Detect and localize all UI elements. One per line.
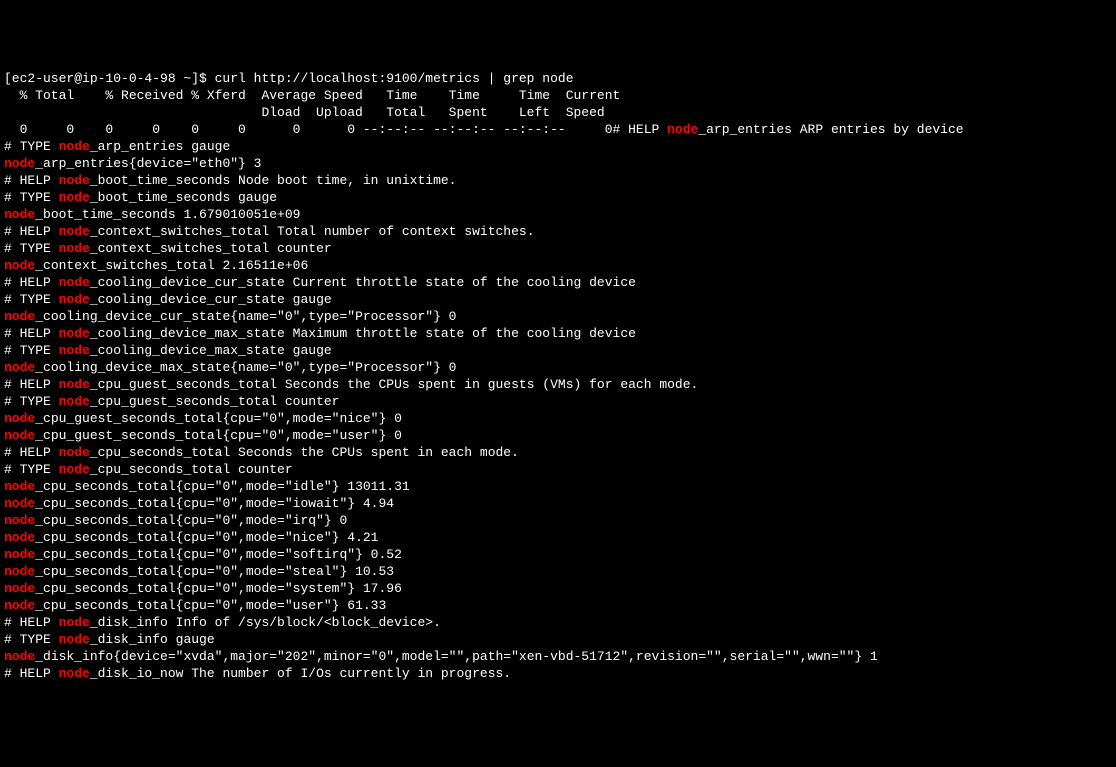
terminal-line: # TYPE node_cpu_guest_seconds_total coun… [4,393,1112,410]
terminal-line: node_cpu_seconds_total{cpu="0",mode="iow… [4,495,1112,512]
terminal-line: node_cpu_seconds_total{cpu="0",mode="irq… [4,512,1112,529]
terminal-line: node_cpu_seconds_total{cpu="0",mode="ste… [4,563,1112,580]
terminal-line: node_disk_info{device="xvda",major="202"… [4,648,1112,665]
terminal-line: # TYPE node_context_switches_total count… [4,240,1112,257]
terminal-line: node_cpu_seconds_total{cpu="0",mode="nic… [4,529,1112,546]
terminal-line: # HELP node_disk_io_now The number of I/… [4,665,1112,682]
terminal-line: node_cpu_seconds_total{cpu="0",mode="use… [4,597,1112,614]
terminal-line: 0 0 0 0 0 0 0 0 --:--:-- --:--:-- --:--:… [4,121,1112,138]
terminal-line: # TYPE node_boot_time_seconds gauge [4,189,1112,206]
terminal-line: # TYPE node_arp_entries gauge [4,138,1112,155]
terminal-line: node_cpu_seconds_total{cpu="0",mode="idl… [4,478,1112,495]
terminal-line: # HELP node_cpu_seconds_total Seconds th… [4,444,1112,461]
terminal-line: # TYPE node_cooling_device_max_state gau… [4,342,1112,359]
terminal-line: # HELP node_context_switches_total Total… [4,223,1112,240]
terminal-line: node_cooling_device_cur_state{name="0",t… [4,308,1112,325]
terminal-line: # TYPE node_disk_info gauge [4,631,1112,648]
terminal-line: # HELP node_cooling_device_max_state Max… [4,325,1112,342]
terminal-line: % Total % Received % Xferd Average Speed… [4,87,1112,104]
terminal-line: [ec2-user@ip-10-0-4-98 ~]$ curl http://l… [4,70,1112,87]
terminal-line: node_boot_time_seconds 1.679010051e+09 [4,206,1112,223]
terminal-line: node_cpu_seconds_total{cpu="0",mode="sof… [4,546,1112,563]
terminal-line: # HELP node_cooling_device_cur_state Cur… [4,274,1112,291]
terminal-line: # TYPE node_cooling_device_cur_state gau… [4,291,1112,308]
terminal-line: node_cpu_guest_seconds_total{cpu="0",mod… [4,410,1112,427]
terminal-line: node_arp_entries{device="eth0"} 3 [4,155,1112,172]
terminal-line: node_cpu_seconds_total{cpu="0",mode="sys… [4,580,1112,597]
terminal-line: # HELP node_cpu_guest_seconds_total Seco… [4,376,1112,393]
terminal-line: node_cooling_device_max_state{name="0",t… [4,359,1112,376]
terminal-line: node_context_switches_total 2.16511e+06 [4,257,1112,274]
terminal-line: # HELP node_boot_time_seconds Node boot … [4,172,1112,189]
terminal-output[interactable]: [ec2-user@ip-10-0-4-98 ~]$ curl http://l… [4,70,1112,682]
terminal-line: node_cpu_guest_seconds_total{cpu="0",mod… [4,427,1112,444]
terminal-line: # TYPE node_cpu_seconds_total counter [4,461,1112,478]
terminal-line: # HELP node_disk_info Info of /sys/block… [4,614,1112,631]
terminal-line: Dload Upload Total Spent Left Speed [4,104,1112,121]
